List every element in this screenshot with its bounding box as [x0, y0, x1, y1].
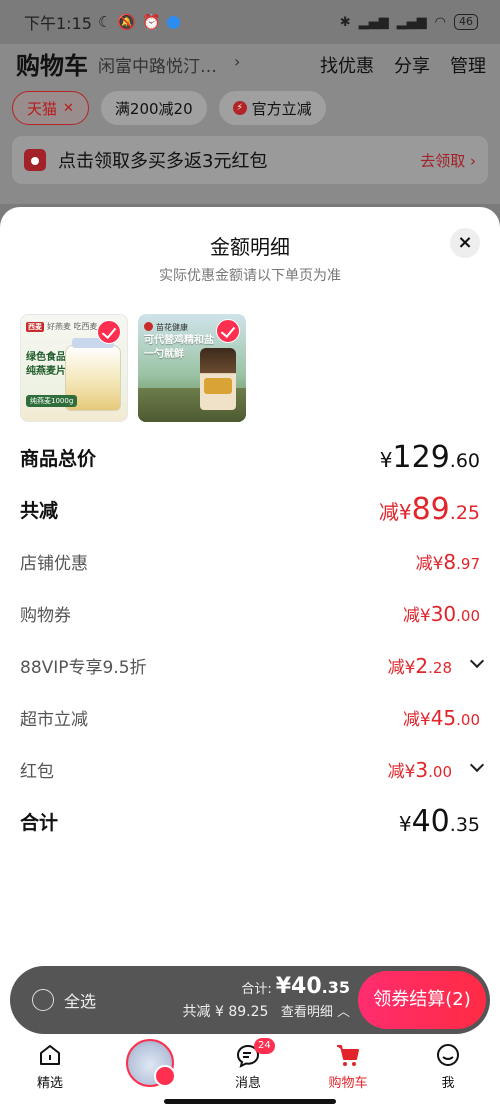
filter-chip-tmall[interactable]: 天猫 ✕ [12, 91, 89, 125]
sheet-title: 金额明细 [210, 235, 290, 259]
home-icon [40, 1045, 60, 1065]
app-notification-icon [166, 15, 180, 29]
row-label: 购物券 [20, 605, 71, 626]
row-amount: 减¥ 30.00 [402, 601, 480, 626]
signal-2-icon: ▂▄▆ [396, 14, 427, 30]
sum-value: ¥40 [275, 974, 322, 999]
row-grand-total: 合计 ¥40.35 [0, 795, 500, 847]
row-subtotal: 商品总价 ¥129.60 [0, 431, 500, 483]
delivery-location[interactable]: 闲富中路悦汀… [98, 52, 217, 77]
alarm-icon: ⏰ [142, 13, 161, 31]
row-amount: 减¥ 2.28 [387, 653, 452, 678]
status-bar: 下午1:15 ☾ 🔕 ⏰ ✱ ▂▄▆ ▂▄▆ ◠ 46 [0, 0, 500, 44]
row-shopping-coupon: 购物券 减¥ 30.00 [0, 587, 500, 639]
tab-label: 精选 [36, 1076, 63, 1091]
sum-label: 合计: [241, 982, 272, 997]
product-thumbnail-seasoning[interactable]: 苗花健康 可代替鸡精和盐 一勺就鲜 [138, 314, 246, 422]
status-time: 下午1:15 [24, 14, 92, 33]
home-indicator [164, 1099, 336, 1104]
product-thumbnails: 西麦 好燕麦 吃西麦 绿色食品 纯燕麦片 纯燕麦1000g 苗花健康 可代替鸡精和盐… [20, 314, 246, 422]
promo-banner[interactable]: 点击领取多买多返3元红包 去领取 › [12, 136, 488, 184]
row-red-packet[interactable]: 红包 减¥ 3.00 [0, 743, 500, 795]
product-thumbnail-oatmeal[interactable]: 西麦 好燕麦 吃西麦 绿色食品 纯燕麦片 纯燕麦1000g [20, 314, 128, 422]
sheet-subtitle: 实际优惠金额请以下单页为准 [159, 268, 341, 284]
find-deals-button[interactable]: 找优惠 [320, 52, 374, 78]
row-amount: ¥129.60 [379, 439, 480, 475]
view-detail-toggle[interactable]: 查看明细 ︿ [281, 1005, 350, 1020]
radio-unchecked-icon[interactable] [32, 989, 54, 1011]
checkmark-icon[interactable] [97, 320, 121, 344]
battery-icon: 46 [454, 14, 478, 30]
bolt-icon: ⚡ [232, 101, 247, 115]
tab-cart[interactable]: 购物车 [308, 1042, 388, 1091]
row-amount: 减¥ 45.00 [402, 705, 480, 730]
row-vip-discount[interactable]: 88VIP专享9.5折 减¥ 2.28 [0, 639, 500, 691]
manage-button[interactable]: 管理 [450, 52, 486, 78]
row-label: 红包 [20, 761, 54, 782]
chevron-down-icon[interactable] [469, 757, 485, 773]
moon-icon: ☾ [97, 13, 112, 31]
tab-label: 我 [441, 1076, 455, 1091]
row-label: 店铺优惠 [20, 553, 88, 574]
profile-icon [437, 1044, 459, 1066]
tab-featured[interactable]: 精选 [10, 1042, 90, 1091]
row-total-discount: 共减 减¥ 89.25 [0, 483, 500, 535]
cart-icon [337, 1045, 359, 1066]
chip-label: 官方立减 [251, 99, 312, 118]
page-title: 购物车 [16, 52, 88, 80]
row-amount: 减¥ 3.00 [387, 757, 452, 782]
tab-messages[interactable]: 24 消息 [208, 1038, 288, 1091]
product-band: 纯燕麦1000g [26, 395, 78, 407]
row-label: 商品总价 [20, 447, 97, 470]
filter-chip-official-discount[interactable]: ⚡ 官方立减 [218, 91, 326, 125]
close-icon[interactable]: ✕ [63, 101, 74, 116]
amount-rows: 商品总价 ¥129.60 共减 减¥ 89.25 店铺优惠 减¥ 8.97 购物券 … [0, 431, 500, 847]
message-count-badge: 24 [254, 1038, 275, 1054]
signal-icon: ▂▄▆ [358, 14, 389, 30]
share-button[interactable]: 分享 [394, 52, 430, 78]
select-all-toggle[interactable]: 全选 [32, 988, 96, 1012]
promo-claim-link[interactable]: 去领取 › [420, 150, 476, 171]
close-button[interactable]: × [450, 228, 480, 258]
row-amount: 减¥ 89.25 [378, 491, 480, 527]
tab-me[interactable]: 我 [408, 1042, 488, 1091]
header-actions: 找优惠 分享 管理 [320, 52, 486, 78]
row-amount: ¥40.35 [398, 803, 480, 839]
wifi-icon: ◠ [434, 14, 446, 30]
tab-label: 购物车 [328, 1076, 368, 1091]
checkout-button[interactable]: 领券结算(2) [358, 971, 486, 1029]
product-brand-tag: 西麦 好燕麦 吃西麦 [26, 322, 98, 332]
product-brand-tag: 苗花健康 [144, 322, 188, 333]
sum-decimal: .35 [321, 978, 350, 997]
filter-chip-discount[interactable]: 满200减20 [100, 91, 207, 125]
saved-amount: 共减 ¥ 89.25 [182, 1004, 269, 1020]
mute-icon: 🔕 [117, 13, 137, 31]
row-label: 共减 [20, 499, 59, 522]
seasoning-bottle-image [200, 348, 236, 410]
checkout-summary: 合计: ¥40 .35 共减 ¥ 89.25 查看明细 ︿ [183, 974, 350, 1021]
checkout-bar: 全选 合计: ¥40 .35 共减 ¥ 89.25 查看明细 ︿ 领券结算(2) [10, 966, 490, 1034]
chevron-down-icon[interactable] [469, 653, 485, 669]
row-amount: 减¥ 8.97 [415, 549, 480, 574]
red-packet-icon [24, 149, 46, 171]
tab-label: 消息 [234, 1076, 261, 1091]
chip-label: 满200减20 [114, 99, 193, 118]
bluetooth-icon: ✱ [339, 14, 351, 30]
product-name: 绿色食品 纯燕麦片 [26, 352, 66, 377]
row-label: 88VIP专享9.5折 [20, 657, 147, 678]
select-all-label: 全选 [64, 992, 97, 1011]
row-supermarket-discount: 超市立减 减¥ 45.00 [0, 691, 500, 743]
row-label: 超市立减 [20, 709, 88, 730]
chevron-right-icon[interactable]: › [234, 52, 240, 71]
chip-label: 天猫 [27, 99, 58, 118]
promo-text: 点击领取多买多返3元红包 [58, 151, 268, 172]
avatar[interactable] [126, 1039, 176, 1087]
close-icon: × [457, 232, 473, 253]
filter-chips: 天猫 ✕ 满200减20 ⚡ 官方立减 [12, 91, 326, 125]
checkmark-icon[interactable] [216, 319, 240, 343]
row-label: 合计 [20, 811, 59, 834]
row-store-discount: 店铺优惠 减¥ 8.97 [0, 535, 500, 587]
